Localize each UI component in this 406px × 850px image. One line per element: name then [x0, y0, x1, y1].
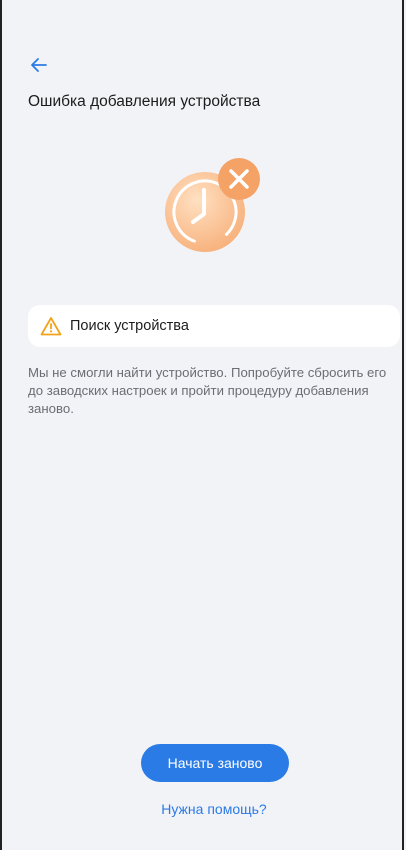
error-description: Мы не смогли найти устройство. Попробуйт… [28, 365, 387, 416]
warning-icon [40, 317, 62, 336]
arrow-left-icon[interactable] [28, 54, 50, 76]
status-card: Поиск устройства [28, 305, 400, 347]
help-link[interactable]: Нужна помощь? [2, 801, 406, 817]
status-label: Поиск устройства [70, 318, 189, 334]
clock-error-icon [165, 158, 260, 252]
screen-frame: Ошибка добавления устройства Поиск устро… [0, 0, 404, 850]
page-title: Ошибка добавления устройства [28, 93, 261, 110]
restart-button[interactable]: Начать заново [141, 744, 289, 782]
